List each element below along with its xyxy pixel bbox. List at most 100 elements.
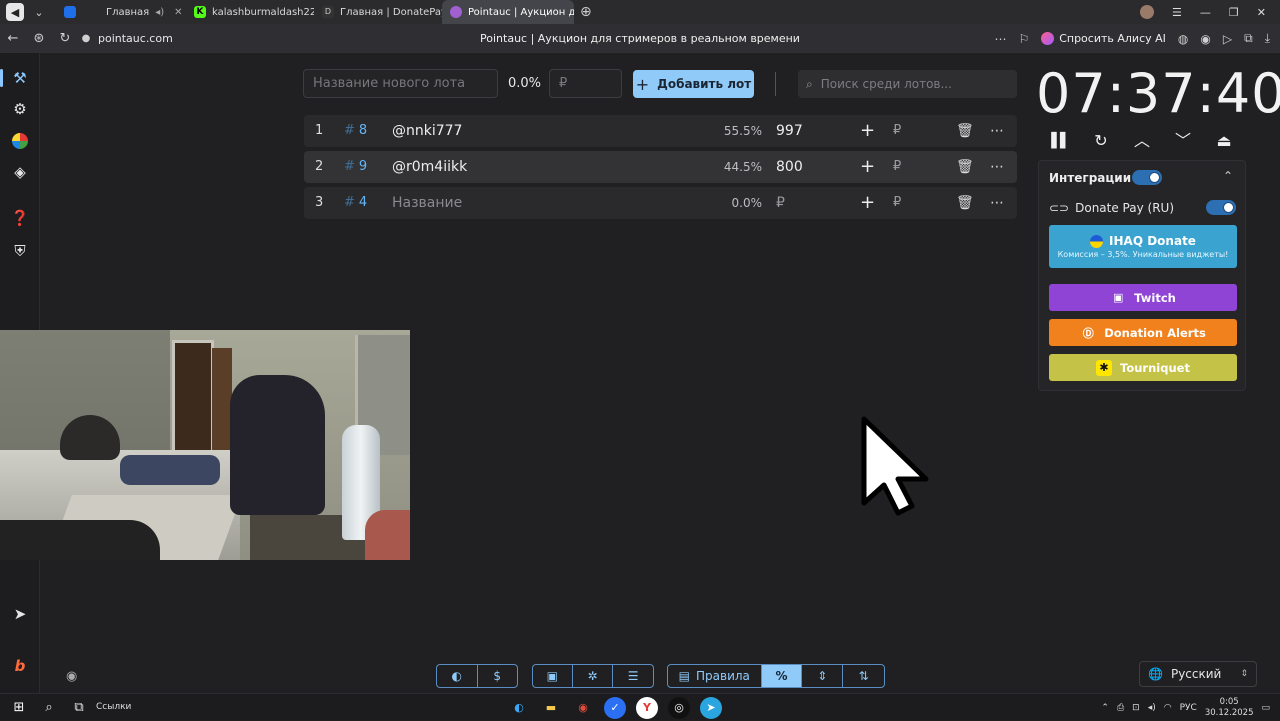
bug-report-button[interactable]: ✲ — [573, 665, 614, 687]
tourniquet-button[interactable]: ✱ Tourniquet — [1049, 354, 1237, 381]
close-window-icon[interactable]: ✕ — [1257, 6, 1266, 19]
delete-icon[interactable]: 🗑 — [956, 115, 974, 147]
add-amount-input[interactable]: ₽ — [893, 115, 901, 147]
delete-icon[interactable]: 🗑 — [956, 187, 974, 219]
delete-icon[interactable]: 🗑 — [956, 151, 974, 183]
bookmark-icon[interactable]: ⚐ — [1018, 32, 1029, 46]
wifi-icon[interactable]: ◠ — [1164, 703, 1172, 713]
reload-icon[interactable]: ↻ — [52, 31, 78, 46]
back-icon[interactable]: ← — [0, 31, 26, 46]
close-icon[interactable]: ✕ — [174, 7, 182, 18]
telegram-icon[interactable]: ➤ — [700, 696, 722, 719]
more-options-icon[interactable]: ⋯ — [990, 187, 1005, 219]
language-select[interactable]: 🌐 Русский ⇕ — [1139, 661, 1257, 687]
ihaq-donate-button[interactable]: IHAQ Donate Комиссия – 3,5%. Уникальные … — [1049, 225, 1237, 268]
integrations-toggle[interactable] — [1132, 170, 1162, 185]
tab-donatepay[interactable]: D Главная | DonatePay — [314, 0, 442, 24]
tab-home[interactable]: Главная ◂) ✕ — [56, 0, 186, 24]
chevron-up-icon[interactable]: ︿ — [1130, 130, 1154, 154]
donate-button[interactable]: $ — [478, 665, 518, 687]
add-amount-input[interactable]: ₽ — [893, 187, 901, 219]
more-icon[interactable]: ⋯ — [994, 32, 1006, 46]
lot-name[interactable]: @r0m4iikk — [392, 151, 467, 183]
sidebar-item-wheel[interactable] — [0, 126, 40, 156]
twitch-button[interactable]: ▣ Twitch — [1049, 284, 1237, 311]
windows-start-icon[interactable]: ⊞ — [4, 700, 34, 715]
notifications-icon[interactable]: ▭ — [1261, 703, 1270, 713]
sort-button[interactable]: ⇅ — [843, 665, 884, 687]
volume-icon[interactable]: ◂) — [1148, 703, 1156, 713]
donate-pay-toggle[interactable] — [1206, 200, 1236, 215]
downloads-icon[interactable]: ⤓ — [1265, 31, 1270, 46]
chevron-down-icon[interactable]: ⌄ — [30, 3, 48, 21]
translate-icon[interactable]: ◍ — [1178, 32, 1188, 46]
sidebar-item-layers[interactable]: ◈ — [0, 157, 40, 187]
obs-icon[interactable]: ◎ — [668, 696, 690, 719]
sidebar-item-security[interactable]: ⛨ — [0, 236, 40, 266]
extension-icon[interactable]: ◉ — [1200, 32, 1210, 46]
sidebar-item-help[interactable]: ❓ — [0, 203, 40, 233]
more-options-icon[interactable]: ⋯ — [990, 151, 1005, 183]
play-icon[interactable]: ▷ — [1223, 32, 1232, 46]
new-lot-name-input[interactable] — [303, 69, 498, 98]
compact-view-button[interactable]: ⇕ — [802, 665, 844, 687]
lot-amount[interactable]: 997 — [776, 115, 803, 147]
chevron-down-icon[interactable]: ﹀ — [1171, 130, 1195, 154]
input-language[interactable]: РУС — [1180, 703, 1197, 713]
chevron-up-icon[interactable]: ⌃ — [1101, 703, 1109, 713]
lot-amount[interactable]: ₽ — [776, 187, 785, 219]
search-input[interactable] — [820, 77, 1001, 91]
add-lot-button[interactable]: + Добавить лот — [633, 70, 754, 98]
app-check-icon[interactable]: ✓ — [604, 696, 626, 719]
mute-icon[interactable]: ◂) — [155, 7, 164, 18]
sidebar-item-auction[interactable]: ⚒ — [0, 63, 40, 93]
sidebar-item-settings[interactable]: ⚙ — [0, 94, 40, 124]
collections-icon[interactable]: ⧉ — [1244, 31, 1253, 46]
double-up-icon[interactable]: ⏏ — [1212, 130, 1236, 154]
shield-icon[interactable]: ⊛ — [26, 31, 52, 46]
donation-alerts-button[interactable]: Ⓓ Donation Alerts — [1049, 319, 1237, 346]
chevron-up-icon[interactable]: ⌃ — [1223, 169, 1233, 183]
network-icon[interactable]: ⊡ — [1132, 703, 1140, 713]
task-view-icon[interactable]: ⧉ — [64, 700, 94, 715]
pause-icon[interactable]: ▌▌ — [1048, 130, 1072, 154]
lot-search[interactable]: ⌕ — [798, 70, 1017, 98]
menu-icon[interactable]: ☰ — [1172, 6, 1182, 19]
sidebar-item-boosty[interactable]: b — [0, 651, 40, 681]
add-amount-icon[interactable]: + — [860, 187, 875, 219]
search-icon[interactable]: ⌕ — [34, 700, 64, 715]
speaker-icon[interactable]: ◀ — [6, 3, 24, 21]
add-amount-icon[interactable]: + — [860, 115, 875, 147]
new-tab-icon[interactable]: ⊕ — [580, 4, 592, 20]
add-amount-icon[interactable]: + — [860, 151, 875, 183]
chrome-icon[interactable]: ◉ — [572, 697, 594, 719]
site-info-icon[interactable]: ● — [78, 33, 94, 44]
lot-amount[interactable]: 800 — [776, 151, 803, 183]
yandex-browser-icon[interactable]: Y — [636, 696, 658, 719]
rules-button[interactable]: ▤ Правила — [668, 665, 762, 687]
printer-icon[interactable]: ⎙ — [1117, 703, 1124, 713]
lot-name[interactable]: Название — [392, 187, 462, 219]
edge-icon[interactable]: ◐ — [508, 697, 530, 719]
profile-avatar[interactable] — [1140, 5, 1155, 19]
clock[interactable]: 0:05 30.12.2025 — [1205, 697, 1254, 719]
percent-toggle-button[interactable]: % — [761, 665, 803, 687]
tab-pointauc[interactable]: Pointauc | Аукцион для ✕ — [442, 0, 574, 24]
github-button[interactable]: ◐ — [437, 665, 478, 687]
url-field[interactable]: pointauc.com — [98, 32, 173, 45]
lot-name[interactable]: @nnki777 — [392, 115, 462, 147]
save-button[interactable]: ▣ — [533, 665, 573, 687]
minimize-icon[interactable]: — — [1200, 6, 1211, 19]
new-lot-amount-input[interactable] — [549, 69, 622, 98]
more-options-icon[interactable]: ⋯ — [990, 115, 1005, 147]
sidebar-item-telegram[interactable]: ➤ — [0, 599, 40, 629]
reset-icon[interactable]: ↻ — [1089, 130, 1113, 154]
clear-lots-button[interactable]: ☰ — [613, 665, 653, 687]
ask-alice-button[interactable]: Спросить Алису AI — [1041, 32, 1166, 45]
add-amount-input[interactable]: ₽ — [893, 151, 901, 183]
restore-icon[interactable]: ❐ — [1229, 6, 1239, 19]
links-toolbar[interactable]: Ссылки — [96, 702, 131, 712]
file-explorer-icon[interactable]: ▬ — [540, 697, 562, 719]
eye-icon[interactable]: ◉ — [66, 669, 77, 684]
tab-kick[interactable]: K kalashburmaldash228 Stre — [186, 0, 314, 24]
